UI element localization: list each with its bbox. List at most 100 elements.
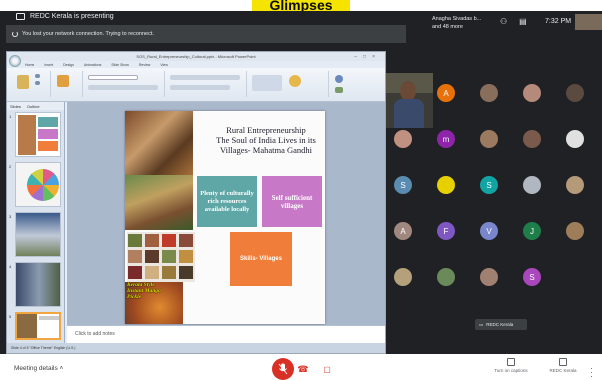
chat-icon[interactable]: ▤ — [519, 17, 527, 26]
ribbon-tab-home[interactable]: Home — [25, 63, 34, 67]
captions-button[interactable]: Turn on captions — [486, 358, 536, 373]
participant-avatar[interactable] — [523, 176, 541, 194]
thumb-number: 1 — [9, 114, 12, 119]
participant-avatar[interactable] — [480, 268, 498, 286]
present-icon — [559, 358, 567, 366]
thumb-number: 4 — [9, 264, 12, 269]
font-name-box[interactable] — [88, 75, 138, 80]
notes-pane[interactable]: Click to add notes — [67, 325, 385, 343]
captions-label: Turn on captions — [494, 368, 528, 373]
window-controls[interactable]: –□× — [354, 53, 381, 62]
participant-avatar[interactable] — [394, 130, 412, 148]
loading-spinner-icon — [12, 31, 18, 37]
quick-styles-icon[interactable] — [289, 75, 301, 87]
self-view-thumbnail[interactable] — [575, 14, 602, 30]
ppt-window-title: SOS_Rural_Entrepreneurship_Cultural.pptx… — [136, 54, 256, 59]
participant-avatar[interactable] — [480, 130, 498, 148]
speaker-info: Anagha Sivadas b... and 48 more — [432, 15, 481, 31]
participant-avatar[interactable] — [523, 84, 541, 102]
participant-avatar[interactable] — [566, 84, 584, 102]
captions-icon — [507, 358, 515, 366]
presenter-chip[interactable]: ▭ REDC Kerala — [475, 319, 527, 330]
speaker-more: and 48 more — [432, 24, 463, 30]
participant-avatar[interactable]: V — [480, 222, 498, 240]
participant-avatar[interactable]: A — [394, 222, 412, 240]
participant-avatar[interactable]: A — [437, 84, 455, 102]
participant-avatar[interactable] — [523, 130, 541, 148]
presenter-label: REDC Kerala — [549, 368, 577, 373]
participant-avatar[interactable]: J — [523, 222, 541, 240]
chevron-up-icon: ˄ — [59, 365, 64, 372]
slide-thumbnail[interactable] — [15, 162, 61, 207]
more-options-icon[interactable]: · · · — [590, 364, 593, 381]
presenter-chip-name: REDC Kerala — [486, 322, 514, 327]
powerpoint-window: SOS_Rural_Entrepreneurship_Cultural.pptx… — [6, 51, 386, 354]
handicrafts-photo — [125, 111, 193, 175]
ppt-title-bar: SOS_Rural_Entrepreneurship_Cultural.pptx… — [7, 52, 385, 61]
heading-line-1: Rural Entrepreneurship — [226, 125, 306, 135]
participant-avatar[interactable] — [566, 130, 584, 148]
alignment-buttons[interactable] — [170, 85, 230, 90]
participant-avatar[interactable] — [566, 222, 584, 240]
paragraph-buttons[interactable] — [170, 75, 240, 80]
meeting-controls: Meeting details ˄ ☎ ▢ Turn on captions R… — [0, 354, 602, 381]
ribbon-tab-slideshow[interactable]: Slide Show — [111, 63, 129, 67]
cut-icon[interactable] — [35, 74, 40, 78]
participant-avatar[interactable] — [480, 84, 498, 102]
participant-avatar[interactable] — [437, 268, 455, 286]
resources-box: Plenty of culturally rich resources avai… — [197, 176, 257, 227]
speaker-name: Anagha Sivadas b... — [432, 16, 482, 22]
end-call-button[interactable]: ☎ — [296, 362, 310, 376]
camera-off-button[interactable]: ▢ — [320, 362, 334, 376]
shapes-gallery-icon[interactable] — [252, 75, 282, 91]
participant-avatar[interactable]: S — [523, 268, 541, 286]
pickle-caption: Kerala Style Instant Mango Pickle — [127, 282, 161, 300]
end-call-icon: ☎ — [297, 363, 309, 374]
thumb-number: 2 — [9, 164, 12, 169]
present-screen-icon — [16, 13, 25, 20]
new-slide-icon[interactable] — [57, 75, 69, 87]
find-icon[interactable] — [335, 75, 343, 83]
font-format-buttons[interactable] — [88, 85, 158, 90]
ribbon-tab-review[interactable]: Review — [139, 63, 150, 67]
current-slide[interactable]: Kerala Style Instant Mango Pickle Rural … — [125, 111, 325, 324]
ppt-body: Slides Outline 1 2 3 4 5 Kerala Style In… — [7, 102, 385, 343]
camera-off-icon: ▢ — [323, 364, 331, 374]
participant-avatar[interactable]: S — [394, 176, 412, 194]
office-button-icon[interactable] — [9, 55, 21, 67]
slide-thumbnail[interactable] — [15, 112, 61, 157]
participant-avatar[interactable] — [566, 176, 584, 194]
presenting-text: REDC Kerala is presenting — [30, 13, 114, 20]
paste-icon[interactable] — [17, 75, 29, 89]
outline-tab[interactable]: Outline — [27, 104, 40, 109]
slide-thumbnail[interactable] — [15, 212, 61, 257]
mic-off-button[interactable] — [272, 358, 294, 380]
ribbon-group-editing — [331, 71, 381, 97]
participant-avatar[interactable]: m — [437, 130, 455, 148]
slide-heading: Rural Entrepreneurship The Soul of India… — [208, 125, 324, 155]
copy-icon[interactable] — [35, 81, 40, 85]
ribbon-tab-design[interactable]: Design — [63, 63, 74, 67]
meeting-stage: SOS_Rural_Entrepreneurship_Cultural.pptx… — [0, 44, 602, 354]
slides-tab[interactable]: Slides — [10, 104, 21, 109]
participant-avatar[interactable] — [394, 268, 412, 286]
people-icon[interactable]: ⚇ — [500, 17, 507, 26]
select-icon[interactable] — [335, 87, 343, 93]
participant-avatar[interactable]: S — [480, 176, 498, 194]
presenter-button[interactable]: REDC Kerala — [538, 358, 588, 373]
ppt-ribbon-tabs: Home Insert Design Animations Slide Show… — [7, 61, 385, 68]
ribbon-tab-animations[interactable]: Animations — [84, 63, 101, 67]
ribbon-tab-view[interactable]: View — [160, 63, 168, 67]
participant-avatar[interactable] — [437, 176, 455, 194]
participant-avatar[interactable]: F — [437, 222, 455, 240]
meeting-details-label: Meeting details — [14, 365, 58, 372]
slide-thumbnail-selected[interactable] — [15, 312, 61, 340]
meet-top-bar: REDC Kerala is presenting You lost your … — [0, 11, 602, 44]
mic-off-icon — [278, 363, 288, 375]
self-sufficient-box: Self sufficient villages — [262, 176, 322, 227]
clock: 7:32 PM — [545, 18, 572, 25]
slide-thumbnail[interactable] — [15, 262, 61, 307]
heading-line-2: The Soul of India Lives in its — [216, 135, 316, 145]
meeting-details-button[interactable]: Meeting details ˄ — [14, 365, 63, 372]
ribbon-tab-insert[interactable]: Insert — [44, 63, 53, 67]
